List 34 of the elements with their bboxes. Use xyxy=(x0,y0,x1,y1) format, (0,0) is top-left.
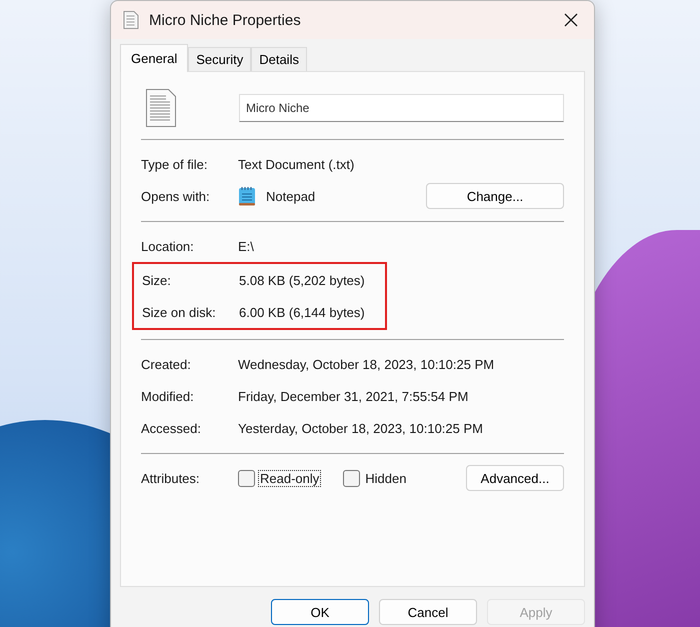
checkbox-label[interactable]: Hidden xyxy=(363,470,408,486)
field-label: Modified: xyxy=(141,388,195,404)
field-value: 5.08 KB (5,202 bytes) xyxy=(239,272,365,288)
document-icon xyxy=(146,89,176,127)
field-label: Type of file: xyxy=(141,156,208,172)
document-icon xyxy=(123,11,139,29)
file-name-field[interactable]: Micro Niche xyxy=(239,94,564,122)
window-title: Micro Niche Properties xyxy=(149,12,302,28)
notepad-icon xyxy=(238,186,256,206)
field-value: Text Document (.txt) xyxy=(238,156,354,172)
tab[interactable]: Details xyxy=(251,47,307,71)
checkbox[interactable] xyxy=(238,470,255,486)
field-value: Friday, December 31, 2021, 7:55:54 PM xyxy=(238,388,468,404)
change-button[interactable]: Change... xyxy=(426,183,564,209)
tab[interactable]: General xyxy=(120,44,188,72)
field-label: Accessed: xyxy=(141,420,202,436)
checkbox-label[interactable]: Read-only xyxy=(258,470,322,486)
field-label: Attributes: xyxy=(141,470,201,486)
dialog-button[interactable]: OK xyxy=(271,599,369,625)
tab[interactable]: Security xyxy=(188,47,252,71)
close-icon xyxy=(564,13,578,27)
field-value: Yesterday, October 18, 2023, 10:10:25 PM xyxy=(238,420,483,436)
field-label: Location: xyxy=(141,238,195,254)
dialog-button[interactable]: Cancel xyxy=(379,599,477,625)
checkbox[interactable] xyxy=(343,470,360,486)
field-label: Size on disk: xyxy=(142,304,217,320)
field-value: Wednesday, October 18, 2023, 10:10:25 PM xyxy=(238,356,494,372)
field-label: Created: xyxy=(141,356,192,372)
field-value: 6.00 KB (6,144 bytes) xyxy=(239,304,365,320)
field-label: Opens with: xyxy=(141,188,211,204)
field-label: Size: xyxy=(142,272,172,288)
field-value: E:\ xyxy=(238,238,254,254)
app-name: Notepad xyxy=(266,188,316,204)
advanced-button[interactable]: Advanced... xyxy=(466,465,564,491)
